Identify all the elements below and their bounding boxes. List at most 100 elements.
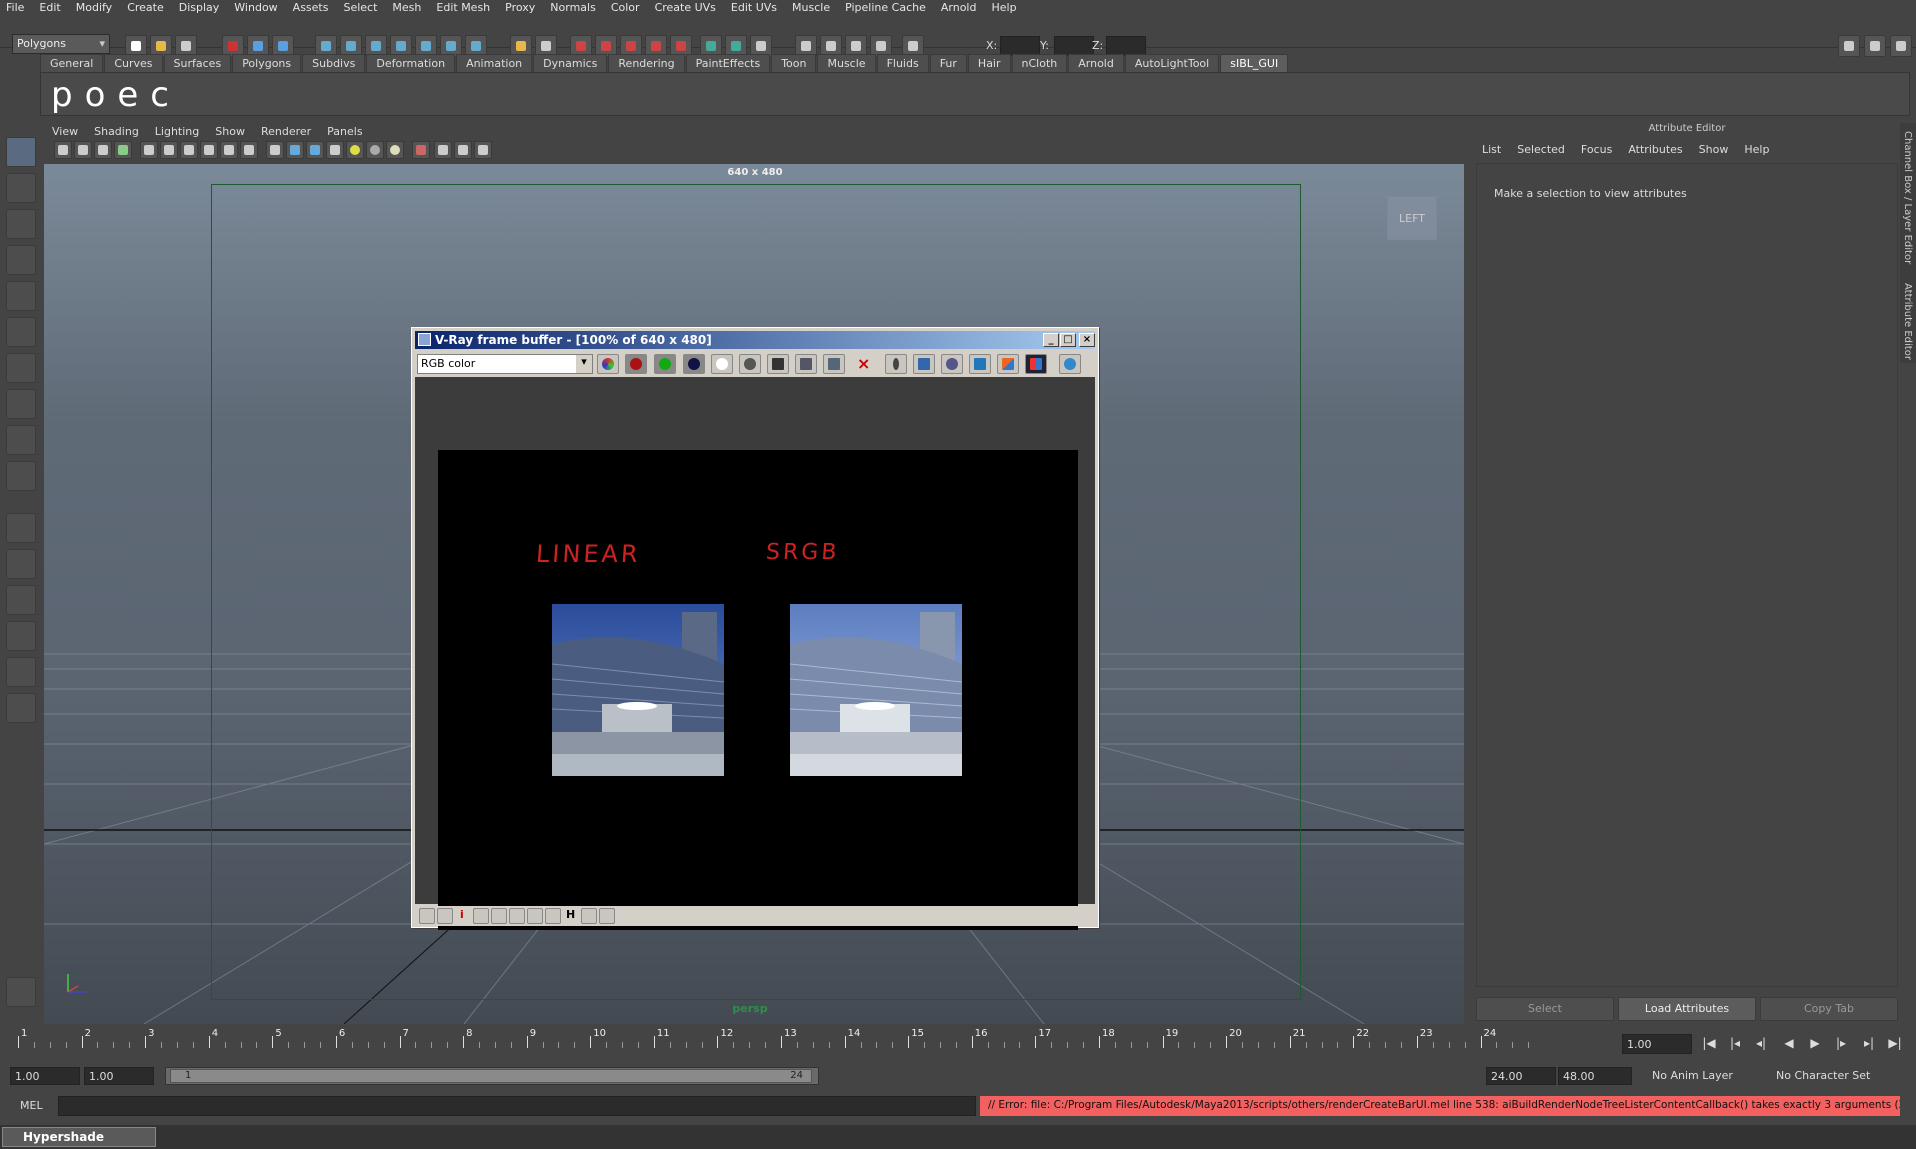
menu-display[interactable]: Display bbox=[179, 1, 220, 14]
shelf-tab-toon[interactable]: Toon bbox=[771, 54, 817, 72]
menu-edit-uvs[interactable]: Edit UVs bbox=[731, 1, 777, 14]
shelf-tab-animation[interactable]: Animation bbox=[456, 54, 533, 72]
viewport-menu-view[interactable]: View bbox=[52, 125, 78, 138]
textured-icon[interactable] bbox=[326, 141, 344, 159]
view-cube[interactable]: LEFT bbox=[1387, 196, 1437, 240]
show-history-icon[interactable] bbox=[419, 908, 435, 924]
go-to-end-icon[interactable]: ▶| bbox=[1886, 1036, 1904, 1052]
vfb-titlebar[interactable]: V-Ray frame buffer - [100% of 640 x 480]… bbox=[415, 331, 1095, 349]
playback-start-field[interactable]: 1.00 bbox=[84, 1067, 154, 1085]
smooth-shade-icon[interactable] bbox=[286, 141, 304, 159]
shelf-tab-dynamics[interactable]: Dynamics bbox=[533, 54, 608, 72]
copy-tab-button[interactable]: Copy Tab bbox=[1760, 997, 1898, 1021]
rgb-channel-icon[interactable] bbox=[597, 354, 619, 374]
channel-dropdown[interactable]: RGB color bbox=[417, 354, 593, 374]
shelf-tab-painteffects[interactable]: PaintEffects bbox=[685, 54, 771, 72]
safe-action-icon[interactable] bbox=[240, 141, 258, 159]
stereo-icon[interactable] bbox=[581, 908, 597, 924]
menu-muscle[interactable]: Muscle bbox=[792, 1, 830, 14]
save-image-icon[interactable] bbox=[767, 354, 789, 374]
viewport-menu-lighting[interactable]: Lighting bbox=[155, 125, 199, 138]
current-frame-field[interactable]: 1.00 bbox=[1622, 1034, 1692, 1054]
field-chart-icon[interactable] bbox=[220, 141, 238, 159]
attr-menu-focus[interactable]: Focus bbox=[1581, 143, 1612, 159]
wire-on-shaded-icon[interactable] bbox=[306, 141, 324, 159]
move-tool-icon[interactable] bbox=[6, 245, 36, 275]
play-backwards-icon[interactable]: ◀ bbox=[1780, 1036, 1798, 1052]
srgb-toggle-icon[interactable] bbox=[599, 908, 615, 924]
channel-box-tab[interactable]: Channel Box / Layer Editor bbox=[1902, 131, 1913, 264]
shelf-tab-subdivs[interactable]: Subdivs bbox=[302, 54, 366, 72]
xray-joints-icon[interactable] bbox=[454, 141, 472, 159]
y-field[interactable] bbox=[1054, 36, 1094, 56]
universal-manip-icon[interactable] bbox=[6, 353, 36, 383]
mel-input[interactable] bbox=[58, 1096, 976, 1116]
soft-mod-icon[interactable] bbox=[6, 389, 36, 419]
layout-single-icon[interactable] bbox=[6, 513, 36, 543]
last-tool-icon[interactable] bbox=[6, 461, 36, 491]
menu-modify[interactable]: Modify bbox=[76, 1, 112, 14]
menu-file[interactable]: File bbox=[6, 1, 24, 14]
x-field[interactable] bbox=[1000, 36, 1040, 56]
maximize-button[interactable]: □ bbox=[1060, 333, 1076, 347]
channel-box-toggle-icon[interactable] bbox=[1838, 35, 1860, 57]
lut-icon[interactable] bbox=[527, 908, 543, 924]
alpha-channel-icon[interactable] bbox=[711, 354, 733, 374]
color-correction-icon[interactable] bbox=[437, 908, 453, 924]
image-plane-icon[interactable] bbox=[114, 141, 132, 159]
shelf-tab-arnold[interactable]: Arnold bbox=[1068, 54, 1124, 72]
shelf-tab-rendering[interactable]: Rendering bbox=[608, 54, 685, 72]
viewport-menu-show[interactable]: Show bbox=[215, 125, 245, 138]
anim-layer-dropdown[interactable]: No Anim Layer bbox=[1652, 1069, 1733, 1082]
blue-channel-icon[interactable] bbox=[683, 354, 705, 374]
pixel-aspect-icon[interactable] bbox=[545, 908, 561, 924]
attr-menu-selected[interactable]: Selected bbox=[1517, 143, 1565, 159]
show-manip-icon[interactable] bbox=[6, 425, 36, 455]
shadows-icon[interactable] bbox=[366, 141, 384, 159]
lights-icon[interactable] bbox=[346, 141, 364, 159]
attr-menu-attributes[interactable]: Attributes bbox=[1628, 143, 1682, 159]
step-back-frame-icon[interactable]: ◂| bbox=[1752, 1036, 1770, 1052]
menu-create-uvs[interactable]: Create UVs bbox=[655, 1, 716, 14]
layout-graph-icon[interactable] bbox=[6, 657, 36, 687]
attr-menu-help[interactable]: Help bbox=[1744, 143, 1769, 159]
scale-tool-icon[interactable] bbox=[6, 317, 36, 347]
menu-color[interactable]: Color bbox=[611, 1, 640, 14]
shelf-tab-ncloth[interactable]: nCloth bbox=[1011, 54, 1068, 72]
green-channel-icon[interactable] bbox=[654, 354, 676, 374]
rotate-tool-icon[interactable] bbox=[6, 281, 36, 311]
menu-normals[interactable]: Normals bbox=[550, 1, 596, 14]
menu-edit[interactable]: Edit bbox=[39, 1, 60, 14]
ab-vertical-icon[interactable] bbox=[1025, 354, 1047, 374]
red-channel-icon[interactable] bbox=[625, 354, 647, 374]
shelf-tab-autolighttool[interactable]: AutoLightTool bbox=[1124, 54, 1220, 72]
minimize-button[interactable]: _ bbox=[1043, 333, 1059, 347]
attr-menu-list[interactable]: List bbox=[1482, 143, 1501, 159]
render-icon[interactable] bbox=[1059, 354, 1081, 374]
menu-mesh[interactable]: Mesh bbox=[392, 1, 421, 14]
shelf-tab-muscle[interactable]: Muscle bbox=[817, 54, 876, 72]
save-all-icon[interactable] bbox=[795, 354, 817, 374]
gate-mask-icon[interactable] bbox=[200, 141, 218, 159]
menu-edit-mesh[interactable]: Edit Mesh bbox=[436, 1, 490, 14]
viewport-menu-shading[interactable]: Shading bbox=[94, 125, 139, 138]
link-to-vfb-icon[interactable] bbox=[941, 354, 963, 374]
playback-end-field[interactable]: 24.00 bbox=[1486, 1067, 1556, 1085]
shelf-tab-deformation[interactable]: Deformation bbox=[366, 54, 456, 72]
menu-pipeline-cache[interactable]: Pipeline Cache bbox=[845, 1, 926, 14]
step-forward-frame-icon[interactable]: |▸ bbox=[1832, 1036, 1850, 1052]
hypershade-minimized-window[interactable]: Hypershade bbox=[2, 1127, 156, 1147]
attribute-editor-tab[interactable]: Attribute Editor bbox=[1902, 283, 1913, 360]
start-time-field[interactable]: 1.00 bbox=[10, 1067, 80, 1085]
levels-icon[interactable] bbox=[473, 908, 489, 924]
camera-select-icon[interactable] bbox=[54, 141, 72, 159]
xray-components-icon[interactable] bbox=[474, 141, 492, 159]
play-forwards-icon[interactable]: ▶ bbox=[1806, 1036, 1824, 1052]
shelf-tab-fluids[interactable]: Fluids bbox=[876, 54, 929, 72]
select-tool-icon[interactable] bbox=[6, 137, 36, 167]
shelf-buttons[interactable]: pоec bbox=[51, 75, 181, 115]
isolate-select-icon[interactable] bbox=[412, 141, 430, 159]
viewport-menu-renderer[interactable]: Renderer bbox=[261, 125, 311, 138]
z-field[interactable] bbox=[1106, 36, 1146, 56]
menu-assets[interactable]: Assets bbox=[293, 1, 329, 14]
